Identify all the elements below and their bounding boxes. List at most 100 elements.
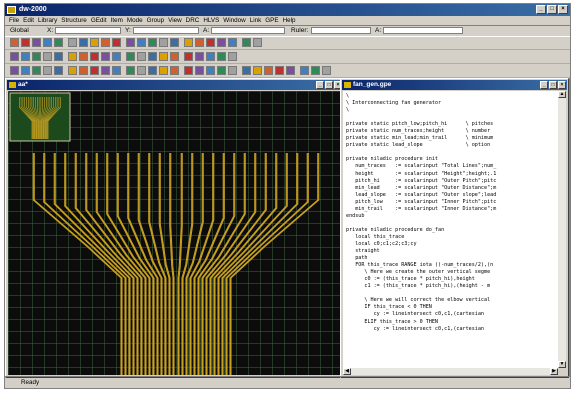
row2-tool-icon-18[interactable] [206, 51, 215, 61]
row3-tool-icon-5[interactable] [54, 65, 63, 75]
row1-tool-icon-18[interactable] [206, 37, 215, 47]
row2-tool-icon-5[interactable] [54, 51, 63, 61]
angle-field[interactable] [383, 27, 463, 34]
row1-tool-icon-3[interactable] [32, 37, 41, 47]
row3-tool-icon-1[interactable] [10, 65, 19, 75]
editor-minimize-button[interactable]: _ [540, 81, 548, 89]
row3-tool-icon-10[interactable] [112, 65, 121, 75]
row3-tool-icon-27[interactable] [311, 65, 320, 75]
row3-tool-icon-28[interactable] [322, 65, 331, 75]
row3-tool-icon-4[interactable] [43, 65, 52, 75]
row3-tool-icon-26[interactable] [300, 65, 309, 75]
row1-tool-icon-19[interactable] [217, 37, 226, 47]
row3-tool-icon-15[interactable] [170, 65, 179, 75]
code-editor[interactable]: \ \ Interconnecting fan generator \ priv… [343, 91, 558, 368]
row1-tool-icon-2[interactable] [21, 37, 30, 47]
row1-tool-icon-13[interactable] [148, 37, 157, 47]
row3-tool-icon-11[interactable] [126, 65, 135, 75]
scroll-down-icon[interactable]: ▼ [558, 361, 566, 368]
row2-tool-icon-10[interactable] [112, 51, 121, 61]
row3-tool-icon-7[interactable] [79, 65, 88, 75]
vertical-scrollbar[interactable]: ▲ ▼ [558, 91, 566, 368]
menu-gpe[interactable]: GPE [265, 16, 278, 25]
row2-tool-icon-4[interactable] [43, 51, 52, 61]
menu-mode[interactable]: Mode [127, 16, 143, 25]
row1-tool-icon-14[interactable] [159, 37, 168, 47]
row3-tool-icon-9[interactable] [101, 65, 110, 75]
menu-file[interactable]: File [9, 16, 19, 25]
row1-tool-icon-10[interactable] [112, 37, 121, 47]
layout-canvas[interactable] [8, 91, 342, 375]
row2-tool-icon-12[interactable] [137, 51, 146, 61]
row1-tool-icon-6[interactable] [68, 37, 77, 47]
menu-group[interactable]: Group [147, 16, 165, 25]
row1-tool-icon-7[interactable] [79, 37, 88, 47]
maximize-button[interactable]: □ [547, 5, 557, 14]
row2-tool-icon-9[interactable] [101, 51, 110, 61]
row3-tool-icon-14[interactable] [159, 65, 168, 75]
row1-tool-icon-9[interactable] [101, 37, 110, 47]
editor-close-button[interactable]: × [558, 81, 566, 89]
row2-tool-icon-13[interactable] [148, 51, 157, 61]
row2-tool-icon-2[interactable] [21, 51, 30, 61]
row2-tool-icon-1[interactable] [10, 51, 19, 61]
menu-item[interactable]: Item [111, 16, 123, 25]
horizontal-scrollbar[interactable]: ◀ ▶ [343, 368, 558, 375]
scroll-left-icon[interactable]: ◀ [343, 368, 351, 375]
row3-tool-icon-24[interactable] [275, 65, 284, 75]
editor-maximize-button[interactable]: □ [549, 81, 557, 89]
menu-drc[interactable]: DRC [186, 16, 200, 25]
menu-library[interactable]: Library [38, 16, 57, 25]
minimize-button[interactable]: _ [536, 5, 546, 14]
layout-maximize-button[interactable]: □ [325, 81, 333, 89]
scroll-right-icon[interactable]: ▶ [550, 368, 558, 375]
row3-tool-icon-22[interactable] [253, 65, 262, 75]
menu-structure[interactable]: Structure [61, 16, 87, 25]
a-field[interactable] [211, 27, 285, 34]
x-field[interactable] [55, 27, 121, 34]
close-button[interactable]: × [558, 5, 568, 14]
row3-tool-icon-13[interactable] [148, 65, 157, 75]
row3-tool-icon-23[interactable] [264, 65, 273, 75]
row2-tool-icon-17[interactable] [195, 51, 204, 61]
menu-help[interactable]: Help [283, 16, 296, 25]
row2-tool-icon-8[interactable] [90, 51, 99, 61]
row2-tool-icon-6[interactable] [68, 51, 77, 61]
app-titlebar[interactable]: dw-2000 _ □ × [5, 4, 570, 16]
row1-tool-icon-17[interactable] [195, 37, 204, 47]
menu-edit[interactable]: Edit [23, 16, 34, 25]
layout-minimize-button[interactable]: _ [316, 81, 324, 89]
row2-tool-icon-16[interactable] [184, 51, 193, 61]
row1-tool-icon-4[interactable] [43, 37, 52, 47]
row2-tool-icon-20[interactable] [228, 51, 237, 61]
row3-tool-icon-3[interactable] [32, 65, 41, 75]
row3-tool-icon-25[interactable] [286, 65, 295, 75]
row3-tool-icon-17[interactable] [195, 65, 204, 75]
row2-tool-icon-15[interactable] [170, 51, 179, 61]
y-field[interactable] [133, 27, 199, 34]
menu-gedit[interactable]: GEdit [91, 16, 107, 25]
row3-tool-icon-19[interactable] [217, 65, 226, 75]
row1-tool-icon-21[interactable] [242, 37, 251, 47]
row1-tool-icon-8[interactable] [90, 37, 99, 47]
ruler-field[interactable] [311, 27, 371, 34]
row3-tool-icon-12[interactable] [137, 65, 146, 75]
menu-link[interactable]: Link [250, 16, 262, 25]
row1-tool-icon-5[interactable] [54, 37, 63, 47]
row2-tool-icon-14[interactable] [159, 51, 168, 61]
row3-tool-icon-16[interactable] [184, 65, 193, 75]
row3-tool-icon-20[interactable] [228, 65, 237, 75]
row3-tool-icon-6[interactable] [68, 65, 77, 75]
row1-tool-icon-1[interactable] [10, 37, 19, 47]
row1-tool-icon-11[interactable] [126, 37, 135, 47]
row3-tool-icon-8[interactable] [90, 65, 99, 75]
editor-window-titlebar[interactable]: fan_gen.gpe _ □ × [342, 80, 567, 90]
row1-tool-icon-16[interactable] [184, 37, 193, 47]
row3-tool-icon-18[interactable] [206, 65, 215, 75]
row3-tool-icon-21[interactable] [242, 65, 251, 75]
row2-tool-icon-3[interactable] [32, 51, 41, 61]
row1-tool-icon-15[interactable] [170, 37, 179, 47]
menu-view[interactable]: View [168, 16, 182, 25]
row2-tool-icon-11[interactable] [126, 51, 135, 61]
row1-tool-icon-20[interactable] [228, 37, 237, 47]
